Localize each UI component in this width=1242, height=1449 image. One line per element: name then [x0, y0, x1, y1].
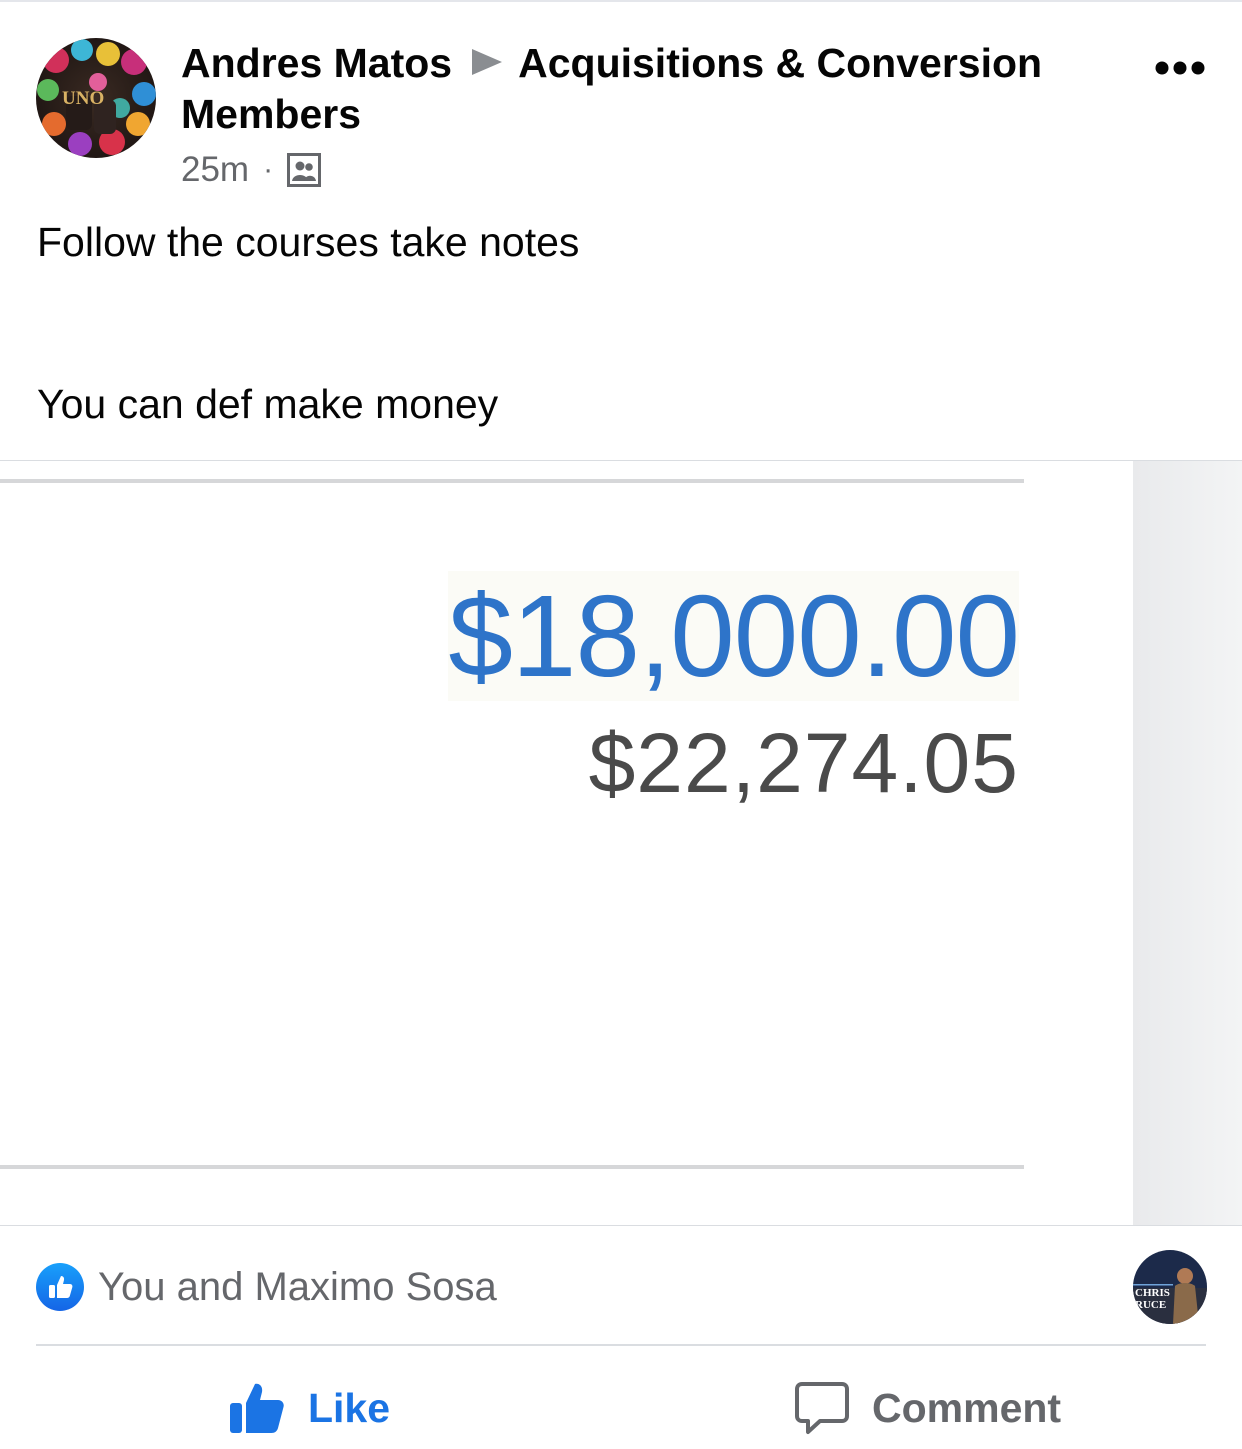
author-avatar-image: UNO [36, 38, 156, 158]
like-thumb-icon [230, 1383, 284, 1433]
more-options-button[interactable] [1150, 50, 1210, 86]
like-reaction-icon [36, 1263, 84, 1311]
author-avatar[interactable]: UNO [36, 38, 156, 158]
author-name[interactable]: Andres Matos [181, 40, 452, 86]
shared-to-arrow-icon [472, 49, 503, 75]
image-bottom-rule [0, 1165, 1024, 1169]
secondary-amount: $22,274.05 [588, 716, 1019, 810]
avatar-logo-text: UNO [62, 88, 104, 109]
like-button[interactable]: Like [228, 1368, 390, 1448]
post-meta: 25m · [181, 148, 322, 192]
group-members-icon [287, 153, 322, 187]
seen-avatar-text-1: CHRIS [1135, 1287, 1170, 1299]
post-image[interactable]: $18,000.00 $22,274.05 [0, 460, 1242, 1226]
like-button-label: Like [308, 1384, 391, 1431]
next-image-peek[interactable] [1133, 461, 1242, 1225]
reaction-names: You and Maximo Sosa [98, 1264, 497, 1309]
post-timestamp[interactable]: 25m [181, 150, 249, 190]
post-text-line-2: You can def make money [37, 381, 499, 427]
actions-divider [36, 1344, 1206, 1346]
comment-bubble-icon [795, 1382, 849, 1434]
image-top-rule [0, 479, 1024, 483]
seen-by-avatar-image: CHRIS RUCE [1133, 1250, 1207, 1324]
post-header: Andres Matos Acquisitions & Conversion Me… [181, 38, 1111, 140]
comment-button-label: Comment [872, 1384, 1062, 1431]
meta-separator: · [263, 153, 274, 186]
seen-avatar-text-2: RUCE [1135, 1299, 1166, 1311]
reaction-summary[interactable]: You and Maximo Sosa [36, 1258, 497, 1316]
comment-button[interactable]: Comment [794, 1368, 1061, 1448]
seen-by-avatar[interactable]: CHRIS RUCE [1133, 1250, 1207, 1324]
primary-amount: $18,000.00 [448, 571, 1020, 701]
post-text-line-1: Follow the courses take notes [37, 219, 580, 265]
top-divider [0, 0, 1242, 2]
more-dots-icon [1155, 61, 1205, 75]
